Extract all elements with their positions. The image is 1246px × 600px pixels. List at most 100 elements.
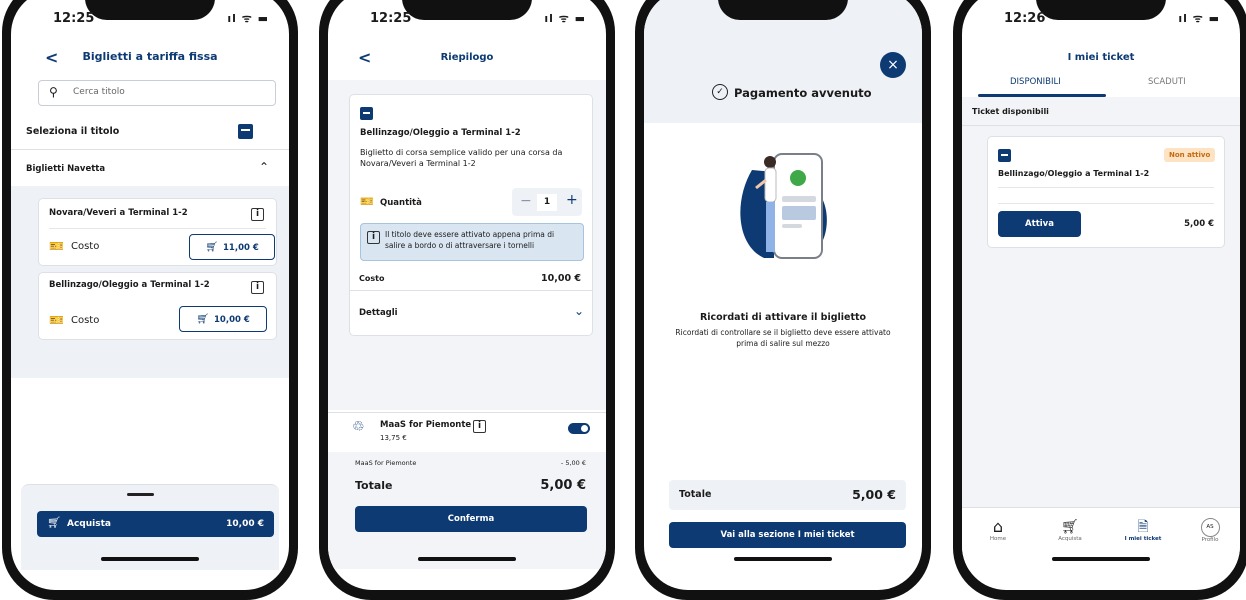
checkout-area: MaaS for Piemonte - 5,00 € Totale 5,00 €… [328, 452, 606, 569]
card-divider [998, 203, 1214, 204]
search-placeholder: Cerca titolo [73, 87, 125, 97]
phone-screen-summary: 12:25 ıl ᯤ ▬ < Riepilogo Bellinzago/Oleg… [319, 0, 615, 600]
total-card: Totale 5,00 € [669, 480, 906, 510]
notch [1036, 0, 1166, 20]
add-to-cart-button[interactable]: 🛒︎ 10,00 € [179, 306, 267, 332]
status-icons: ıl ᯤ ▬ [227, 12, 269, 25]
route-description: Biglietto di corsa semplice valido per u… [360, 148, 563, 168]
section-label: Ticket disponibili [972, 107, 1049, 116]
nav-home-label: Home [989, 536, 1007, 542]
go-to-my-tickets-button[interactable]: Vai alla sezione I miei ticket [669, 522, 906, 548]
status-time: 12:25 [53, 11, 95, 26]
notch [402, 0, 532, 20]
notice-text: Il titolo deve essere attivato appena pr… [385, 230, 555, 250]
confirm-button[interactable]: Conferma [355, 506, 587, 532]
total-label: Totale [679, 489, 712, 500]
activate-button[interactable]: Attiva [998, 211, 1081, 237]
info-icon: i [367, 231, 380, 244]
sheet-handle[interactable] [127, 493, 154, 496]
ticket-card: Novara/Veveri a Terminal 1-2 i 🎫 Costo 🛒… [38, 198, 277, 266]
ticket-name: Novara/Veveri a Terminal 1-2 [49, 208, 188, 218]
page-title: I miei ticket [1067, 52, 1135, 63]
quantity-value[interactable]: 1 [537, 194, 557, 211]
home-indicator [418, 557, 516, 561]
cost-label: Costo [359, 274, 385, 283]
document-icon: 🗎 [1137, 519, 1149, 535]
details-label[interactable]: Dettagli [359, 308, 398, 318]
card-divider [49, 228, 266, 229]
nav-profile-label: Profilo [1201, 537, 1219, 543]
price: 11,00 € [223, 243, 259, 253]
ticket-icon: 🎫 [49, 239, 64, 253]
plus-button[interactable]: + [566, 192, 578, 208]
cost-value: 10,00 € [541, 273, 581, 284]
summary-card: Bellinzago/Oleggio a Terminal 1-2 Biglie… [349, 94, 593, 336]
page-title: Riepilogo [440, 52, 494, 63]
search-input[interactable]: ⚲ Cerca titolo [38, 80, 276, 106]
info-icon[interactable]: i [251, 281, 264, 294]
status-time: 12:25 [370, 11, 412, 26]
chevron-up-icon[interactable]: ⌃ [259, 160, 269, 174]
nav-profile[interactable]: AS Profilo [1188, 518, 1232, 543]
discount-icon: ♲ [352, 419, 365, 435]
add-to-cart-button[interactable]: 🛒︎ 11,00 € [189, 234, 275, 260]
buy-label: Acquista [67, 519, 111, 529]
cost-label: Costo [71, 241, 100, 252]
screen: × ✓ Pagamento avvenuto Ricordati di atti… [644, 0, 922, 590]
section-biglietti-navetta[interactable]: Biglietti Navetta [26, 164, 105, 174]
minus-button[interactable]: − [520, 193, 532, 209]
cart-icon: 🛒︎ [205, 242, 218, 253]
nav-my-tickets-label: I miei ticket [1124, 536, 1162, 542]
maas-name: MaaS for Piemonte [380, 420, 472, 430]
status-time: 12:26 [1004, 11, 1046, 26]
phone-screen-my-tickets: 12:26 ıl ᯤ ▬ I miei ticket DISPONIBILI S… [953, 0, 1246, 600]
home-indicator [101, 557, 199, 561]
close-icon: × [887, 57, 899, 73]
total-value: 5,00 € [852, 487, 896, 502]
page-title: Biglietti a tariffa fissa [82, 50, 218, 63]
phone-illustration [740, 153, 827, 259]
ticket-type-icon [998, 149, 1011, 162]
select-title-label: Seleziona il titolo [26, 126, 120, 137]
notch [718, 0, 848, 20]
home-icon: ⌂ [992, 517, 1004, 536]
route-title: Bellinzago/Oleggio a Terminal 1-2 [360, 128, 521, 138]
notch [85, 0, 215, 20]
nav-buy[interactable]: 🛒︎ Acquista [1048, 518, 1092, 542]
phone-screen-payment-done: × ✓ Pagamento avvenuto Ricordati di atti… [635, 0, 931, 600]
ticket-type-icon [238, 124, 253, 139]
search-icon: ⚲ [49, 85, 58, 99]
price: 10,00 € [214, 315, 250, 325]
home-indicator [734, 557, 832, 561]
quantity-label: Quantità [380, 198, 422, 208]
nav-buy-label: Acquista [1058, 536, 1082, 542]
info-icon[interactable]: i [251, 208, 264, 221]
phone-screen-fixed-fare: 12:25 ıl ᯤ ▬ < Biglietti a tariffa fissa… [2, 0, 298, 600]
notice-box: i Il titolo deve essere attivato appena … [360, 223, 584, 261]
chevron-down-icon[interactable]: ⌄ [574, 304, 584, 318]
maas-line-value: - 5,00 € [560, 459, 586, 467]
ticket-name: Bellinzago/Oleggio a Terminal 1-2 [49, 280, 210, 290]
tab-available[interactable]: DISPONIBILI [1010, 77, 1061, 87]
quantity-stepper[interactable]: − 1 + [512, 188, 582, 216]
screen: 12:26 ıl ᯤ ▬ I miei ticket DISPONIBILI S… [962, 0, 1240, 590]
nav-home[interactable]: ⌂ Home [976, 517, 1020, 543]
nav-my-tickets[interactable]: 🗎 I miei ticket [1118, 518, 1168, 542]
ticket-price: 5,00 € [1184, 219, 1214, 229]
reminder-body: Ricordati di controllare se il biglietto… [675, 328, 891, 348]
maas-sub: 13,75 € [380, 434, 407, 442]
info-icon[interactable]: i [473, 420, 486, 433]
ticket-card: Bellinzago/Oleggio a Terminal 1-2 i 🎫 Co… [38, 272, 277, 340]
ticket-icon: 🎫 [49, 313, 64, 327]
status-badge: Non attivo [1164, 148, 1216, 162]
card-divider [998, 187, 1214, 188]
tab-expired[interactable]: SCADUTI [1148, 77, 1186, 87]
cart-icon: 🛒︎ [47, 516, 61, 529]
ticket-card: Non attivo Bellinzago/Oleggio a Terminal… [987, 136, 1225, 248]
close-button[interactable]: × [880, 52, 906, 78]
payment-status: Pagamento avvenuto [734, 86, 872, 100]
maas-toggle[interactable] [568, 423, 590, 434]
buy-button[interactable]: 🛒︎ Acquista 10,00 € [37, 511, 274, 537]
cart-icon: 🛒︎ [1061, 519, 1079, 535]
status-icons: ıl ᯤ ▬ [544, 12, 586, 25]
